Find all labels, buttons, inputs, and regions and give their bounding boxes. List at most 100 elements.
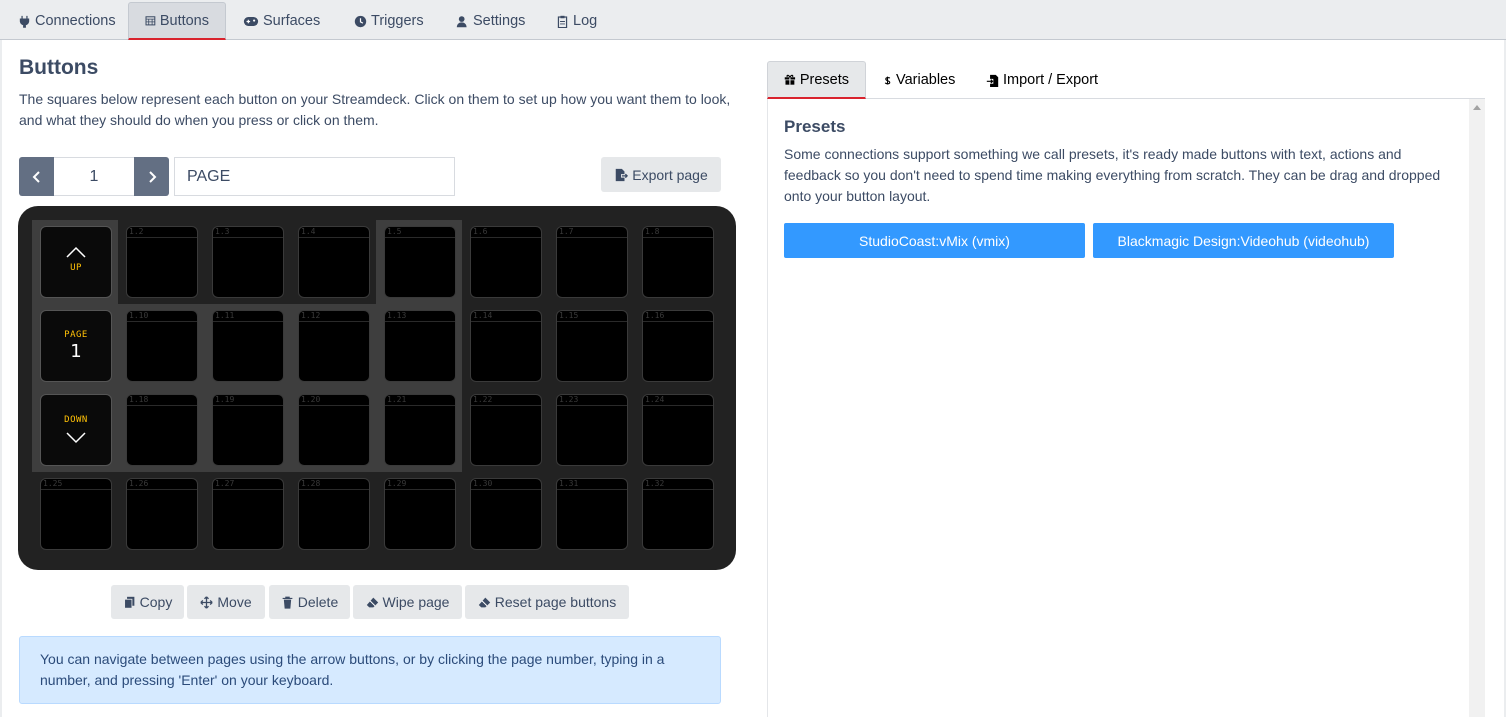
next-page-button[interactable] xyxy=(134,157,169,196)
key-divider xyxy=(557,237,627,238)
file-import-icon xyxy=(986,74,999,87)
key-divider xyxy=(213,489,283,490)
key-divider xyxy=(299,489,369,490)
button-key[interactable]: 1.2 xyxy=(126,226,198,298)
button-key[interactable]: 1.4 xyxy=(298,226,370,298)
button-key[interactable]: 1.12 xyxy=(298,310,370,382)
button-key[interactable]: 1.14 xyxy=(470,310,542,382)
tab-variables-label: Variables xyxy=(896,72,956,88)
key-number: 1.22 xyxy=(473,395,493,404)
page-name-input[interactable] xyxy=(174,157,455,196)
key-divider xyxy=(385,237,455,238)
button-key[interactable]: 1.28 xyxy=(298,478,370,550)
tab-label: Buttons xyxy=(159,12,209,29)
key-number: 1.6 xyxy=(473,227,488,236)
wipe-page-button[interactable]: Wipe page xyxy=(353,585,462,619)
button-key[interactable]: 1.3 xyxy=(212,226,284,298)
move-button[interactable]: Move xyxy=(187,585,265,619)
scroll-up-arrow[interactable] xyxy=(1473,105,1481,110)
tab-connections[interactable]: Connections xyxy=(2,2,132,40)
tab-triggers[interactable]: Triggers xyxy=(338,2,440,40)
tab-buttons[interactable]: Buttons xyxy=(128,2,226,40)
key-divider xyxy=(557,321,627,322)
key-divider xyxy=(41,489,111,490)
tab-surfaces[interactable]: Surfaces xyxy=(227,2,336,40)
button-key[interactable]: 1.25 xyxy=(40,478,112,550)
key-divider xyxy=(643,321,713,322)
prev-page-button[interactable] xyxy=(19,157,54,196)
key-number: 1.20 xyxy=(301,395,321,404)
tab-settings[interactable]: Settings xyxy=(440,2,541,40)
button-key[interactable]: 1.31 xyxy=(556,478,628,550)
button-key[interactable]: 1.6 xyxy=(470,226,542,298)
button-key[interactable]: 1.24 xyxy=(642,394,714,466)
file-export-icon xyxy=(616,168,629,181)
key-number: 1.8 xyxy=(645,227,660,236)
key-number: 1.11 xyxy=(215,311,235,320)
page-indicator-label: PAGE xyxy=(64,330,88,340)
key-divider xyxy=(299,321,369,322)
button-key[interactable]: 1.11 xyxy=(212,310,284,382)
page-number-input[interactable] xyxy=(54,157,134,196)
copy-label: Copy xyxy=(139,594,173,610)
key-number: 1.23 xyxy=(559,395,579,404)
preset-connection-button[interactable]: Blackmagic Design:Videohub (videohub) xyxy=(1093,223,1394,258)
tab-presets-label: Presets xyxy=(799,71,849,88)
key-divider xyxy=(127,489,197,490)
tab-import-export[interactable]: Import / Export xyxy=(970,61,1114,99)
key-number: 1.10 xyxy=(129,311,149,320)
key-divider xyxy=(299,237,369,238)
key-divider xyxy=(127,237,197,238)
key-divider xyxy=(643,237,713,238)
button-key[interactable]: 1.10 xyxy=(126,310,198,382)
button-key[interactable]: 1.23 xyxy=(556,394,628,466)
gamepad-icon xyxy=(243,16,259,26)
reset-page-buttons-button[interactable]: Reset page buttons xyxy=(465,585,629,619)
button-key[interactable]: 1.16 xyxy=(642,310,714,382)
button-key[interactable]: 1.30 xyxy=(470,478,542,550)
key-number: 1.30 xyxy=(473,479,493,488)
button-key[interactable]: 1.22 xyxy=(470,394,542,466)
eraser-icon xyxy=(478,597,490,607)
tab-presets[interactable]: Presets xyxy=(767,61,866,99)
button-key[interactable]: 1.7 xyxy=(556,226,628,298)
page-indicator-key[interactable]: PAGE 1 xyxy=(40,310,112,382)
button-key[interactable]: 1.18 xyxy=(126,394,198,466)
key-number: 1.3 xyxy=(215,227,230,236)
scrollbar[interactable] xyxy=(1469,99,1485,717)
button-key[interactable]: 1.20 xyxy=(298,394,370,466)
navigation-info-alert: You can navigate between pages using the… xyxy=(19,636,721,704)
key-divider xyxy=(471,237,541,238)
key-number: 1.32 xyxy=(645,479,665,488)
key-number: 1.15 xyxy=(559,311,579,320)
button-key[interactable]: 1.13 xyxy=(384,310,456,382)
copy-button[interactable]: Copy xyxy=(111,585,184,619)
tab-variables[interactable]: Variables xyxy=(867,61,971,99)
chevron-left-icon xyxy=(32,170,40,183)
tab-log[interactable]: Log xyxy=(540,2,613,40)
preset-connection-button[interactable]: StudioCoast:vMix (vmix) xyxy=(784,223,1085,258)
key-number: 1.12 xyxy=(301,311,321,320)
export-page-button[interactable]: Export page xyxy=(601,157,721,192)
button-key[interactable]: 1.27 xyxy=(212,478,284,550)
chevron-down-icon xyxy=(66,432,86,444)
button-key[interactable]: 1.5 xyxy=(384,226,456,298)
button-key[interactable]: 1.29 xyxy=(384,478,456,550)
reset-page-buttons-label: Reset page buttons xyxy=(494,594,617,610)
chevron-up-icon xyxy=(66,246,86,258)
presets-title: Presets xyxy=(784,117,846,136)
page-down-key[interactable]: DOWN xyxy=(40,394,112,466)
key-number: 1.7 xyxy=(559,227,574,236)
chevron-right-icon xyxy=(148,170,156,183)
key-number: 1.27 xyxy=(215,479,235,488)
button-key[interactable]: 1.26 xyxy=(126,478,198,550)
button-key[interactable]: 1.21 xyxy=(384,394,456,466)
button-key[interactable]: 1.15 xyxy=(556,310,628,382)
key-divider xyxy=(213,321,283,322)
button-key[interactable]: 1.19 xyxy=(212,394,284,466)
key-number: 1.14 xyxy=(473,311,493,320)
delete-button[interactable]: Delete xyxy=(269,585,350,619)
button-key[interactable]: 1.32 xyxy=(642,478,714,550)
page-up-key[interactable]: UP xyxy=(40,226,112,298)
button-key[interactable]: 1.8 xyxy=(642,226,714,298)
